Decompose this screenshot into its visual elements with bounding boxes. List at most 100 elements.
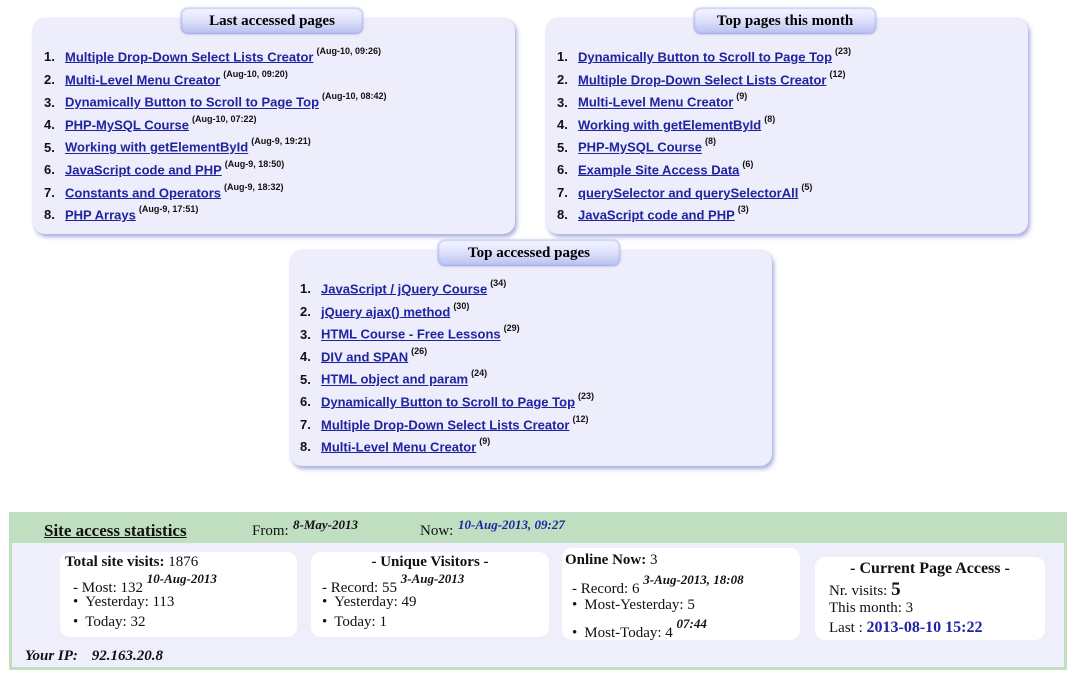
item-meta: (8) <box>764 113 776 124</box>
item-number: 6. <box>44 162 55 178</box>
bullet-icon: • <box>73 614 79 630</box>
page-list-item: 8. Multi-Level Menu Creator (9) <box>300 436 594 461</box>
most-visits-date: 10-Aug-2013 <box>146 571 217 586</box>
unique-visitors-title: - Unique Visitors - <box>371 554 489 570</box>
page-visits-value: 5 <box>891 579 901 600</box>
item-number: 2. <box>44 71 55 87</box>
online-most-today-time: 07:44 <box>676 616 707 631</box>
page-list-item: 5. PHP-MySQL Course (8) <box>557 136 851 161</box>
page-link[interactable]: Working with getElementById <box>65 140 248 155</box>
online-now-value: 3 <box>650 552 658 568</box>
page-link[interactable]: jQuery ajax() method <box>321 304 450 319</box>
item-meta: (Aug-10, 09:20) <box>223 68 288 79</box>
item-meta: (30) <box>453 300 470 311</box>
item-meta: (29) <box>503 323 520 334</box>
page-list-item: 5. HTML object and param (24) <box>300 368 594 393</box>
statistics-title: Site access statistics <box>44 521 187 540</box>
page-link[interactable]: HTML Course - Free Lessons <box>321 327 501 342</box>
page-link[interactable]: Multi-Level Menu Creator <box>578 95 733 110</box>
last-accessed-list: 1. Multiple Drop-Down Select Lists Creato… <box>44 46 387 229</box>
item-meta: (Aug-10, 08:42) <box>322 91 387 102</box>
page-list-item: 1. Multiple Drop-Down Select Lists Creato… <box>44 46 387 71</box>
page-link[interactable]: Dynamically Button to Scroll to Page Top <box>578 49 832 64</box>
item-meta: (12) <box>572 413 589 424</box>
item-meta: (Aug-9, 18:32) <box>224 181 284 192</box>
item-meta: (Aug-10, 09:26) <box>316 46 382 56</box>
page-list-item: 2. Multi-Level Menu Creator (Aug-10, 09:20… <box>44 68 387 94</box>
item-meta: (23) <box>835 46 852 56</box>
page-list-item: 3. HTML Course - Free Lessons (29) <box>300 323 594 348</box>
item-number: 4. <box>300 349 311 365</box>
page-link[interactable]: JavaScript / jQuery Course <box>321 281 487 296</box>
page-link[interactable]: JavaScript code and PHP <box>65 162 222 177</box>
last-accessed-title: Last accessed pages <box>181 8 363 34</box>
item-meta: (6) <box>742 158 754 169</box>
item-meta: (5) <box>801 181 813 192</box>
item-meta: (8) <box>705 136 717 147</box>
page-list-item: 8. JavaScript code and PHP (3) <box>557 204 851 229</box>
bullet-icon: • <box>322 594 328 610</box>
item-number: 2. <box>300 303 311 319</box>
item-number: 1. <box>300 281 311 297</box>
total-visits-label: Total site visits: <box>65 554 165 570</box>
online-record: - Record: 6 <box>572 581 640 597</box>
item-meta: (34) <box>490 278 507 288</box>
page-link[interactable]: Multiple Drop-Down Select Lists Creator <box>578 72 826 87</box>
item-meta: (9) <box>479 436 491 447</box>
online-now-card: Online Now: 3 - Record: 6 3-Aug-2013, 18… <box>562 548 800 641</box>
page-link[interactable]: Dynamically Button to Scroll to Page Top <box>65 95 319 110</box>
page-link[interactable]: Constants and Operators <box>65 185 221 200</box>
page-list-item: 4. PHP-MySQL Course (Aug-10, 07:22) <box>44 114 387 139</box>
page-list-item: 1. Dynamically Button to Scroll to Page T… <box>557 46 852 71</box>
total-visits-card: Total site visits: 1876 - Most: 132 10-A… <box>60 552 297 637</box>
from-date: 8-May-2013 <box>293 517 358 532</box>
page-link[interactable]: Multi-Level Menu Creator <box>65 72 220 87</box>
page-list-item: 5. Working with getElementById (Aug-9, 19:… <box>44 136 387 161</box>
item-number: 1. <box>44 49 55 65</box>
page-list-item: 6. Dynamically Button to Scroll to Page T… <box>300 390 595 416</box>
page-list-item: 7. Constants and Operators (Aug-9, 18:32) <box>44 181 387 207</box>
page-last-value: 2013-08-10 15:22 <box>866 619 983 636</box>
page-link[interactable]: DIV and SPAN <box>321 349 408 364</box>
item-number: 8. <box>557 207 568 223</box>
page-last-label: Last : <box>829 620 863 636</box>
item-number: 5. <box>44 139 55 155</box>
page-link[interactable]: JavaScript code and PHP <box>578 207 735 222</box>
page-list-item: 8. PHP Arrays (Aug-9, 17:51) <box>44 204 387 229</box>
page-list-item: 6. JavaScript code and PHP (Aug-9, 18:50) <box>44 159 387 184</box>
online-now-label: Online Now: <box>565 552 647 568</box>
page-link[interactable]: Working with getElementById <box>578 117 761 132</box>
page-list-item: 3. Dynamically Button to Scroll to Page T… <box>44 91 387 116</box>
page-link[interactable]: HTML object and param <box>321 372 468 387</box>
item-number: 4. <box>44 117 55 133</box>
page-link[interactable]: PHP-MySQL Course <box>65 117 189 132</box>
page-link[interactable]: Multiple Drop-Down Select Lists Creator <box>321 417 569 432</box>
bullet-icon: • <box>572 625 578 641</box>
item-number: 3. <box>300 326 311 342</box>
top-month-list: 1. Dynamically Button to Scroll to Page T… <box>557 46 852 229</box>
page-list-item: 6. Example Site Access Data (6) <box>557 158 851 184</box>
statistics-header: Site access statistics From: 8-May-2013 … <box>12 512 1064 543</box>
ip-label: Your IP: <box>25 648 78 664</box>
page-link[interactable]: Multiple Drop-Down Select Lists Creator <box>65 49 313 64</box>
unique-record-date: 3-Aug-2013 <box>400 571 465 586</box>
page-link[interactable]: querySelector and querySelectorAll <box>578 185 798 200</box>
item-meta: (23) <box>578 390 595 401</box>
item-number: 8. <box>300 439 311 455</box>
total-visits-value: 1876 <box>168 554 199 570</box>
now-label: Now: <box>420 523 454 539</box>
item-meta: (24) <box>471 368 488 379</box>
from-label: From: <box>252 523 289 539</box>
page-list-item: 4. Working with getElementById (8) <box>557 113 851 139</box>
page-link[interactable]: Example Site Access Data <box>578 162 739 177</box>
item-number: 3. <box>557 94 568 110</box>
top-accessed-list: 1. JavaScript / jQuery Course (34) 2. jQuery… <box>300 278 595 461</box>
page-link[interactable]: PHP-MySQL Course <box>578 140 702 155</box>
online-record-date: 3-Aug-2013, 18:08 <box>643 572 744 587</box>
page-link[interactable]: Multi-Level Menu Creator <box>321 439 476 454</box>
top-accessed-title: Top accessed pages <box>438 240 620 266</box>
page-link[interactable]: Dynamically Button to Scroll to Page Top <box>321 394 575 409</box>
online-most-yesterday: Most-Yesterday: 5 <box>584 597 695 613</box>
bullet-icon: • <box>322 614 328 630</box>
page-link[interactable]: PHP Arrays <box>65 207 136 222</box>
